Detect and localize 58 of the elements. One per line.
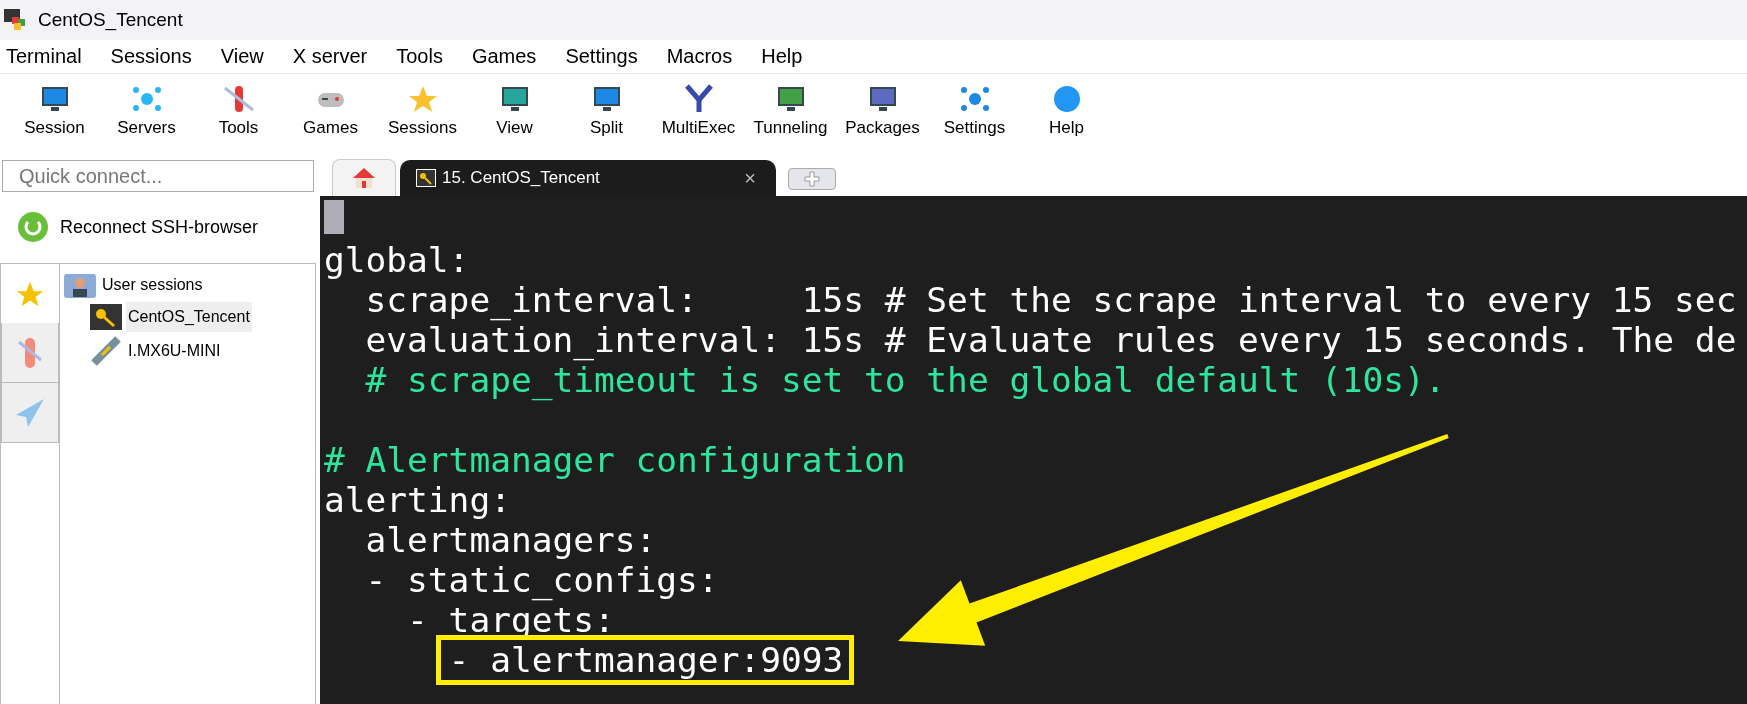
plus-icon xyxy=(804,171,820,187)
toolbar-button[interactable]: Tunneling xyxy=(744,84,837,138)
menu-item[interactable]: View xyxy=(213,45,272,68)
refresh-icon xyxy=(18,212,48,242)
toolbar-button[interactable]: Split xyxy=(560,84,653,138)
tab-label: 15. CentOS_Tencent xyxy=(442,168,601,188)
close-button[interactable]: × xyxy=(744,166,756,190)
key-icon xyxy=(416,169,436,187)
toolbar-button[interactable]: View xyxy=(468,84,561,138)
home-tab[interactable] xyxy=(332,159,396,196)
menu-item[interactable]: Games xyxy=(464,45,545,68)
toolbar-button[interactable]: Help xyxy=(1020,84,1113,138)
terminal-line: alertmanagers: xyxy=(364,520,657,560)
toolbar-button[interactable]: Session xyxy=(8,84,101,138)
sidebar-tab[interactable] xyxy=(1,383,59,443)
menu-item[interactable]: Tools xyxy=(389,45,451,68)
tool-icon xyxy=(682,84,715,114)
menu-item[interactable]: X server xyxy=(285,45,376,68)
new-tab-button[interactable] xyxy=(788,168,836,190)
terminal-line: scrape_interval: 15s # Set the scrape interval to every 15 sec xyxy=(364,280,1737,320)
window-title: CentOS_Tencent xyxy=(38,9,183,31)
terminal-line: global: xyxy=(324,240,470,280)
user-folder-icon xyxy=(64,272,96,298)
session-tab[interactable]: 15. CentOS_Tencent × xyxy=(400,160,776,196)
tool-icon xyxy=(222,84,255,114)
toolbar-button[interactable]: Packages xyxy=(836,84,929,138)
plug-icon xyxy=(90,335,122,367)
toolbar-button[interactable]: Servers xyxy=(100,84,193,138)
menu-item[interactable]: Sessions xyxy=(103,45,200,68)
highlighted-text: - alertmanager:9093 xyxy=(435,635,855,685)
tool-icon xyxy=(130,84,163,114)
tree-item[interactable]: User sessions xyxy=(64,270,203,300)
quick-connect-field[interactable]: Quick connect... xyxy=(2,160,314,192)
toolbar-button[interactable]: Games xyxy=(284,84,377,138)
menu-item[interactable]: Macros xyxy=(659,45,741,68)
terminal-line: # scrape_timeout is set to the global default (10s). xyxy=(364,360,1446,400)
menu-item[interactable]: Settings xyxy=(558,45,646,68)
toolbar-button[interactable]: Settings xyxy=(928,84,1021,138)
terminal-line: alerting: xyxy=(324,480,511,520)
house-icon xyxy=(352,167,376,189)
tree-item[interactable]: CentOS_Tencent xyxy=(126,302,252,332)
terminal-line: - static_configs: xyxy=(364,560,719,600)
key-icon xyxy=(90,304,122,330)
menu-item[interactable]: Help xyxy=(754,45,811,68)
knife-icon xyxy=(15,335,45,370)
menu-item[interactable]: Terminal xyxy=(0,45,90,68)
terminal-line: # Alertmanager configuration xyxy=(324,440,906,480)
toolbar-button[interactable]: MultiExec xyxy=(652,84,745,138)
app-icon xyxy=(4,9,28,31)
sidebar-tab[interactable] xyxy=(1,323,59,383)
terminal-line: evaluation_interval: 15s # Evaluate rules every 15 seconds. The de xyxy=(364,320,1737,360)
toolbar-button[interactable]: Tools xyxy=(192,84,285,138)
cursor xyxy=(324,200,344,234)
tree-item[interactable]: I.MX6U-MINI xyxy=(126,336,223,366)
toolbar-button[interactable]: Sessions xyxy=(376,84,469,138)
tool-icon xyxy=(958,84,991,114)
reconnect-button[interactable]: Reconnect SSH-browser xyxy=(18,212,259,242)
paper-plane-icon xyxy=(14,396,46,429)
